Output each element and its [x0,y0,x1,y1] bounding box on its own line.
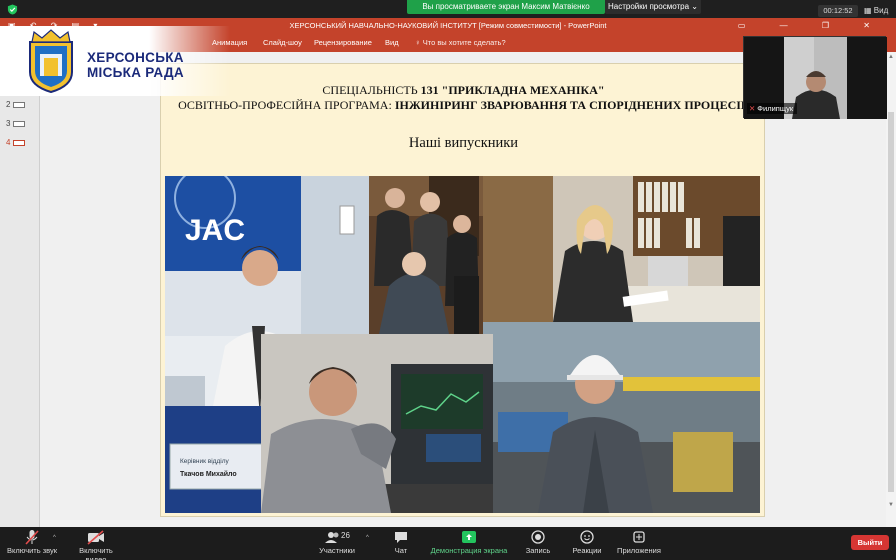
scroll-up-icon[interactable]: ▲ [888,54,894,60]
view-button-label: Вид [873,6,889,15]
video-off-icon [87,530,104,545]
tab-view[interactable]: Вид [385,34,399,52]
nameplate-line-2: Ткачов Михайло [180,470,237,478]
thumbnail-slide-4[interactable]: 4 [6,138,26,147]
reactions-button[interactable]: Реакции [570,529,604,555]
unmute-button[interactable]: Включить звук [6,529,58,555]
audio-options-caret[interactable]: ^ [53,535,56,541]
nameplate-line-1: Керівник відділу [180,457,230,465]
slide-title-line-1: СПЕЦІАЛЬНІСТЬ 131 "ПРИКЛАДНА МЕХАНІКА" [161,83,766,98]
view-options-button[interactable]: Настройки просмотра ⌄ [605,0,701,14]
thumbnail-preview [13,139,26,146]
window-controls[interactable]: ▭ — ❐ ✕ [738,18,886,34]
apps-icon [633,531,645,543]
title1-normal: СПЕЦІАЛЬНІСТЬ [322,83,421,97]
coat-of-arms-icon [29,29,73,94]
shield-icon[interactable] [7,4,18,15]
participant-name: Филипщук [757,104,794,113]
record-icon [531,530,545,544]
share-screen-button[interactable]: Демонстрация экрана [428,529,510,555]
record-label: Запись [525,546,551,555]
share-screen-icon [462,531,476,543]
city-name-line-2: МІСЬКА РАДА [87,65,184,80]
photo-professors [369,176,483,334]
unmute-label: Включить звук [6,546,58,555]
thumbnail-preview [13,101,26,108]
scrollbar-thumb[interactable] [888,112,894,492]
city-name-line-1: ХЕРСОНСЬКА [87,50,184,65]
thumbnail-slide-2[interactable]: 2 [6,100,26,109]
leave-meeting-button[interactable]: Выйти [851,535,889,550]
slide-scrollbar[interactable]: ▲ ▼ [886,52,896,527]
title1-bold: 131 "ПРИКЛАДНА МЕХАНІКА" [420,83,605,97]
zoom-top-bar: Вы просматриваете экран Максим Матвієнко… [0,0,896,18]
view-options-label: Настройки просмотра [608,2,690,11]
start-video-button[interactable]: Включить видео [68,529,124,560]
meeting-timer: 00:12:52 [818,5,858,17]
thumbnail-number: 2 [6,100,11,109]
participants-button[interactable]: 26 Участники [317,529,357,555]
tab-slideshow[interactable]: Слайд-шоу [263,34,302,52]
apps-label: Приложения [617,546,661,555]
zoom-meeting-window: Вы просматриваете экран Максим Матвієнко… [0,0,896,560]
participants-count: 26 [341,531,350,540]
screen-share-banner: Вы просматриваете экран Максим Матвієнко [407,0,605,14]
slide-title-line-2: ОСВІТНЬО-ПРОФЕСІЙНА ПРОГРАМА: ІНЖИНІРИНГ… [161,98,766,113]
reactions-label: Реакции [572,546,602,555]
tab-review[interactable]: Рецензирование [314,34,372,52]
slide-thumbnail-panel: 2 3 4 [0,52,40,527]
photo-office-woman [483,176,760,322]
mic-off-icon: ✕ [749,104,756,113]
photo-man-computer [261,334,493,513]
participants-options-caret[interactable]: ^ [366,535,369,541]
graduates-photo-collage: JAC Керівник відділу Ткачов Михайло [165,176,760,513]
slide-subtitle: Наші випускники [408,135,519,151]
city-council-name: ХЕРСОНСЬКА МІСЬКА РАДА [87,50,184,80]
share-screen-label: Демонстрация экрана [430,546,508,555]
people-icon: 26 [325,531,350,543]
chevron-down-icon: ⌄ [691,2,698,11]
smiley-icon [580,530,594,544]
lightbulb-icon: ♀ [415,38,421,47]
zoom-toolbar: Включить звук ^ Включить видео 26 Участн… [0,527,896,560]
tell-me-box[interactable]: ♀ Что вы хотите сделать? [415,34,506,52]
thumbnail-number: 3 [6,119,11,128]
view-button[interactable]: ▦ Вид [864,4,888,18]
start-video-label: Включить видео [79,546,113,560]
title2-normal: ОСВІТНЬО-ПРОФЕСІЙНА ПРОГРАМА: [178,98,395,112]
title2-bold: ІНЖИНІРИНГ ЗВАРЮВАННЯ ТА СПОРІДНЕНИХ ПРО… [394,98,749,112]
chat-icon [395,532,407,543]
participant-video-tile[interactable]: ✕ Филипщук [743,36,887,119]
chat-label: Чат [394,546,408,555]
photo-worker-helmet [483,322,760,513]
jac-logo-text: JAC [185,214,245,247]
participants-label: Участники [319,546,355,555]
participants-icon-wrap: 26 [317,529,357,546]
chat-button[interactable]: Чат [387,529,415,555]
participant-name-badge: ✕ Филипщук [747,103,798,114]
scroll-down-icon[interactable]: ▼ [888,502,894,508]
record-button[interactable]: Запись [522,529,554,555]
thumbnail-slide-3[interactable]: 3 [6,119,26,128]
mic-muted-icon [25,530,39,545]
tell-me-label: Что вы хотите сделать? [422,38,506,47]
grid-icon: ▦ [864,6,872,15]
thumbnail-preview [13,120,26,127]
slide-canvas: СПЕЦІАЛЬНІСТЬ 131 "ПРИКЛАДНА МЕХАНІКА" О… [160,63,765,517]
thumbnail-number: 4 [6,138,11,147]
apps-button[interactable]: Приложения [615,529,663,555]
